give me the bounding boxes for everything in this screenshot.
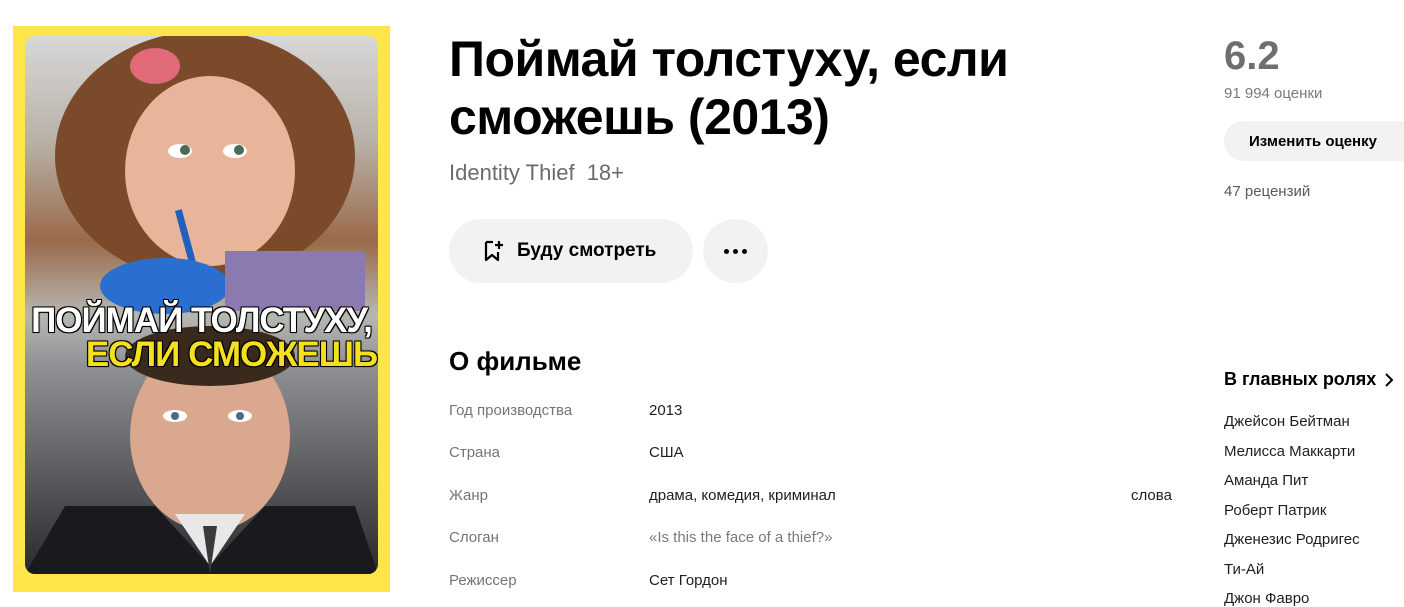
info-value[interactable]: США	[649, 444, 684, 461]
change-rating-button[interactable]: Изменить оценку	[1224, 121, 1404, 161]
bookmark-plus-icon	[484, 240, 503, 262]
age-rating: 18+	[586, 160, 625, 185]
chevron-right-icon	[1385, 372, 1394, 387]
cast-title[interactable]: В главных ролях	[1224, 369, 1394, 390]
cast-item[interactable]: Ти-Ай	[1224, 561, 1264, 578]
cast-item[interactable]: Аманда Пит	[1224, 472, 1308, 489]
cast-item[interactable]: Роберт Патрик	[1224, 502, 1326, 519]
info-label: Режиссер	[449, 572, 517, 589]
info-label: Жанр	[449, 487, 488, 504]
watch-later-button[interactable]: Буду смотреть	[449, 219, 693, 283]
about-section-title: О фильме	[449, 346, 582, 376]
genre-keywords-link[interactable]: слова	[1131, 487, 1172, 504]
original-title: Identity Thief	[449, 160, 575, 185]
info-value[interactable]: 2013	[649, 402, 682, 419]
original-title-line: Identity Thief 18+	[449, 160, 624, 186]
more-dot	[733, 248, 738, 254]
cast-item[interactable]: Мелисса Маккарти	[1224, 443, 1355, 460]
watch-later-label: Буду смотреть	[517, 240, 657, 261]
cast-item[interactable]: Джейсон Бейтман	[1224, 413, 1350, 430]
film-title: Поймай толстуху, если сможешь (2013)	[449, 31, 1009, 145]
reviews-link[interactable]: 47 рецензий	[1224, 183, 1310, 200]
rating-score: 6.2	[1224, 34, 1280, 78]
film-poster[interactable]: ПОЙМАЙ ТОЛСТУХУ, ЕСЛИ СМОЖЕШЬ	[13, 26, 390, 592]
info-value[interactable]: Сет Гордон	[649, 572, 728, 589]
more-dot	[742, 248, 747, 254]
info-value: «Is this the face of a thief?»	[649, 529, 833, 546]
cast-item[interactable]: Джон Фавро	[1224, 590, 1309, 607]
cast-title-label: В главных ролях	[1224, 369, 1377, 389]
rating-votes: 91 994 оценки	[1224, 85, 1323, 102]
info-label: Страна	[449, 444, 501, 461]
info-label: Год производства	[449, 402, 573, 419]
more-dots-icon	[724, 248, 729, 254]
poster-title-line2: ЕСЛИ СМОЖЕШЬ	[85, 335, 378, 374]
cast-item[interactable]: Дженезис Родригес	[1224, 531, 1360, 548]
poster-title-line1: ПОЙМАЙ ТОЛСТУХУ,	[31, 301, 373, 340]
more-button[interactable]	[703, 219, 768, 283]
film-page: ПОЙМАЙ ТОЛСТУХУ, ЕСЛИ СМОЖЕШЬ Поймай тол…	[0, 0, 1404, 607]
info-value[interactable]: драма, комедия, криминал	[649, 487, 836, 504]
poster-image: ПОЙМАЙ ТОЛСТУХУ, ЕСЛИ СМОЖЕШЬ	[25, 36, 378, 574]
info-label: Слоган	[449, 529, 499, 546]
poster-title: ПОЙМАЙ ТОЛСТУХУ, ЕСЛИ СМОЖЕШЬ	[25, 301, 378, 374]
